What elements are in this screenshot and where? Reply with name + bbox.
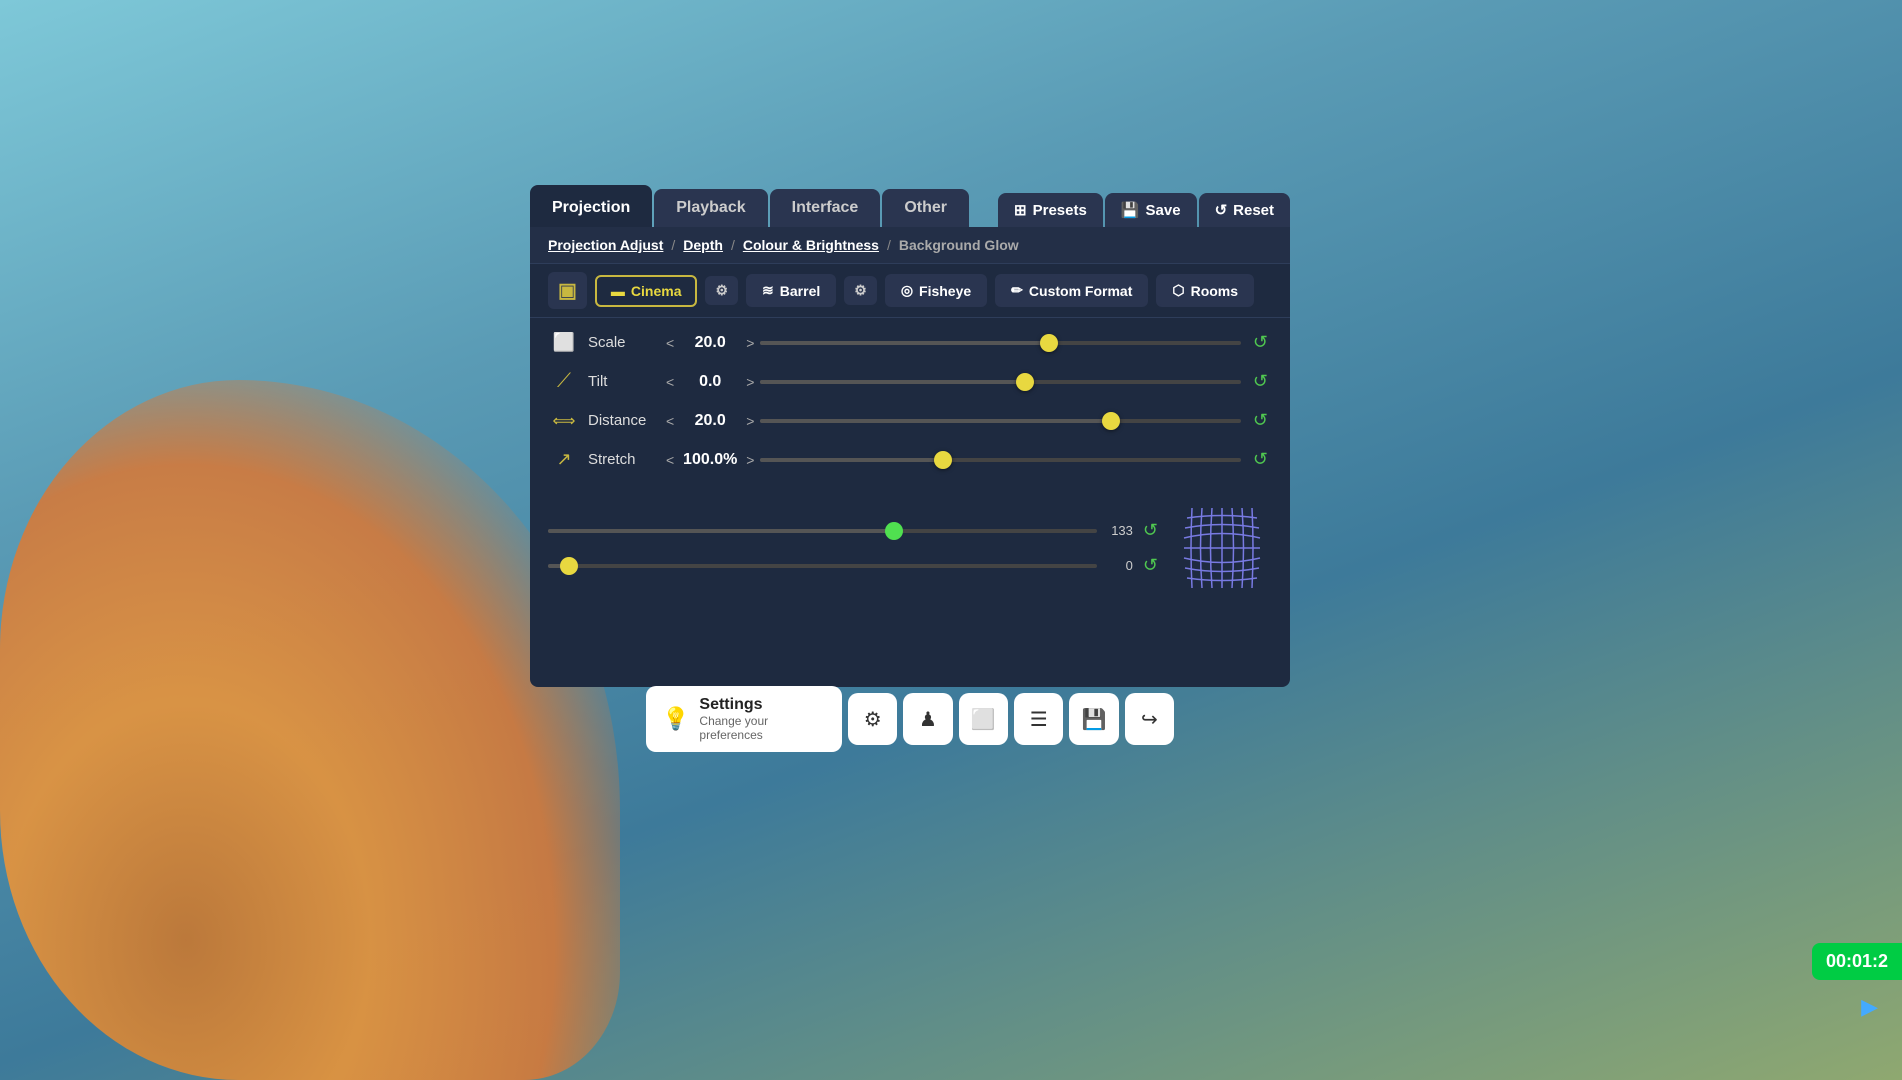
bulb-icon: 💡	[662, 706, 689, 732]
breadcrumb: Projection Adjust / Depth / Colour & Bri…	[530, 227, 1290, 264]
distortion-top-row: 133 ↺	[548, 518, 1162, 543]
tab-interface[interactable]: Interface	[770, 189, 881, 227]
save-icon: 💾	[1121, 201, 1140, 219]
sub-tab-screen-icon[interactable]: ▣	[548, 272, 587, 309]
breadcrumb-colour-brightness[interactable]: Colour & Brightness	[743, 237, 879, 253]
distortion-top-reset[interactable]: ↺	[1139, 518, 1162, 543]
scale-reset[interactable]: ↺	[1249, 330, 1272, 355]
stretch-slider[interactable]	[760, 457, 1241, 463]
tab-bar: Projection Playback Interface Other ⊞ Pr…	[530, 185, 1290, 227]
toolbar-screen-btn[interactable]: ⬜	[959, 693, 1008, 745]
tab-projection[interactable]: Projection	[530, 185, 652, 227]
tilt-icon: ⟋	[548, 370, 580, 393]
distortion-top-slider[interactable]	[548, 529, 1097, 533]
distance-label: Distance	[588, 412, 658, 429]
tab-reset[interactable]: ↺ Reset	[1199, 193, 1290, 227]
tab-playback[interactable]: Playback	[654, 189, 767, 227]
sub-tab-custom-format[interactable]: ✏ Custom Format	[995, 274, 1148, 307]
rooms-icon: ⬡	[1172, 282, 1184, 299]
toolbar-menu-btn[interactable]: ☰	[1014, 693, 1063, 745]
sub-tab-cinema[interactable]: ▬ Cinema	[595, 275, 698, 307]
custom-format-icon: ✏	[1011, 282, 1023, 299]
tab-other[interactable]: Other	[882, 189, 969, 227]
settings-info: 💡 Settings Change your preferences	[646, 686, 842, 752]
sliders-section: ⬜ Scale < 20.0 > ↺ ⟋	[530, 318, 1290, 498]
toolbar-gear-btn[interactable]: ⚙	[848, 693, 897, 745]
distortion-bottom-slider[interactable]	[548, 564, 1097, 568]
sub-tab-barrel-settings[interactable]: ⚙	[844, 276, 877, 305]
distortion-bottom-reset[interactable]: ↺	[1139, 553, 1162, 578]
distance-slider[interactable]	[760, 418, 1241, 424]
distortion-bottom-value: 0	[1103, 558, 1133, 573]
toolbar-export-btn[interactable]: ↪	[1125, 693, 1174, 745]
distortion-top-value: 133	[1103, 523, 1133, 538]
slider-row-scale: ⬜ Scale < 20.0 > ↺	[548, 330, 1272, 355]
barrel-icon: ≋	[762, 282, 774, 299]
scale-value: 20.0	[680, 334, 740, 352]
tab-save[interactable]: 💾 Save	[1105, 193, 1197, 227]
main-panel: Projection Adjust / Depth / Colour & Bri…	[530, 227, 1290, 687]
toolbar-person-btn[interactable]: ♟	[903, 693, 952, 745]
slider-row-distance: ⟺ Distance < 20.0 > ↺	[548, 408, 1272, 433]
tilt-increase[interactable]: >	[746, 374, 754, 390]
scale-label: Scale	[588, 334, 658, 351]
distance-increase[interactable]: >	[746, 413, 754, 429]
tilt-reset[interactable]: ↺	[1249, 369, 1272, 394]
barrel-grid-visual	[1172, 498, 1272, 598]
scale-increase[interactable]: >	[746, 335, 754, 351]
stretch-value: 100.0%	[680, 451, 740, 469]
settings-title: Settings	[699, 696, 826, 714]
sub-tab-fisheye[interactable]: ◎ Fisheye	[885, 274, 987, 307]
distortion-area: 133 ↺ 0 ↺	[530, 498, 1290, 610]
main-panel-wrapper: Projection Playback Interface Other ⊞ Pr…	[530, 185, 1290, 687]
reset-icon: ↺	[1215, 201, 1228, 219]
sub-tabs: ▣ ▬ Cinema ⚙ ≋ Barrel ⚙ ◎ Fisheye ✏ Cust…	[530, 264, 1290, 318]
settings-subtitle: Change your preferences	[699, 714, 826, 742]
tilt-slider[interactable]	[760, 379, 1241, 385]
fisheye-icon: ◎	[901, 282, 913, 299]
distance-icon: ⟺	[548, 411, 580, 431]
stretch-icon: ↗	[548, 449, 580, 470]
breadcrumb-depth[interactable]: Depth	[683, 237, 723, 253]
cinema-icon: ▬	[611, 283, 625, 299]
toolbar-save-btn[interactable]: 💾	[1069, 693, 1118, 745]
tilt-decrease[interactable]: <	[666, 374, 674, 390]
breadcrumb-projection-adjust[interactable]: Projection Adjust	[548, 237, 663, 253]
distance-decrease[interactable]: <	[666, 413, 674, 429]
distance-reset[interactable]: ↺	[1249, 408, 1272, 433]
stretch-decrease[interactable]: <	[666, 452, 674, 468]
sub-tab-cinema-settings[interactable]: ⚙	[705, 276, 738, 305]
bottom-toolbar: 💡 Settings Change your preferences ⚙ ♟ ⬜…	[646, 686, 1174, 752]
tilt-label: Tilt	[588, 373, 658, 390]
tilt-value: 0.0	[680, 373, 740, 391]
tab-presets[interactable]: ⊞ Presets	[998, 193, 1103, 227]
stretch-increase[interactable]: >	[746, 452, 754, 468]
slider-row-stretch: ↗ Stretch < 100.0% > ↺	[548, 447, 1272, 472]
presets-icon: ⊞	[1014, 201, 1027, 219]
sub-tab-rooms[interactable]: ⬡ Rooms	[1156, 274, 1254, 307]
breadcrumb-background-glow: Background Glow	[899, 237, 1019, 253]
slider-row-tilt: ⟋ Tilt < 0.0 > ↺	[548, 369, 1272, 394]
scale-icon: ⬜	[548, 332, 580, 353]
sub-tab-barrel[interactable]: ≋ Barrel	[746, 274, 836, 307]
distance-value: 20.0	[680, 412, 740, 430]
timer-badge: 00:01:2	[1812, 943, 1902, 980]
stretch-reset[interactable]: ↺	[1249, 447, 1272, 472]
distortion-bottom-row: 0 ↺	[548, 553, 1162, 578]
stretch-label: Stretch	[588, 451, 658, 468]
play-button[interactable]: ▶	[1861, 994, 1878, 1020]
scale-decrease[interactable]: <	[666, 335, 674, 351]
scale-slider[interactable]	[760, 340, 1241, 346]
